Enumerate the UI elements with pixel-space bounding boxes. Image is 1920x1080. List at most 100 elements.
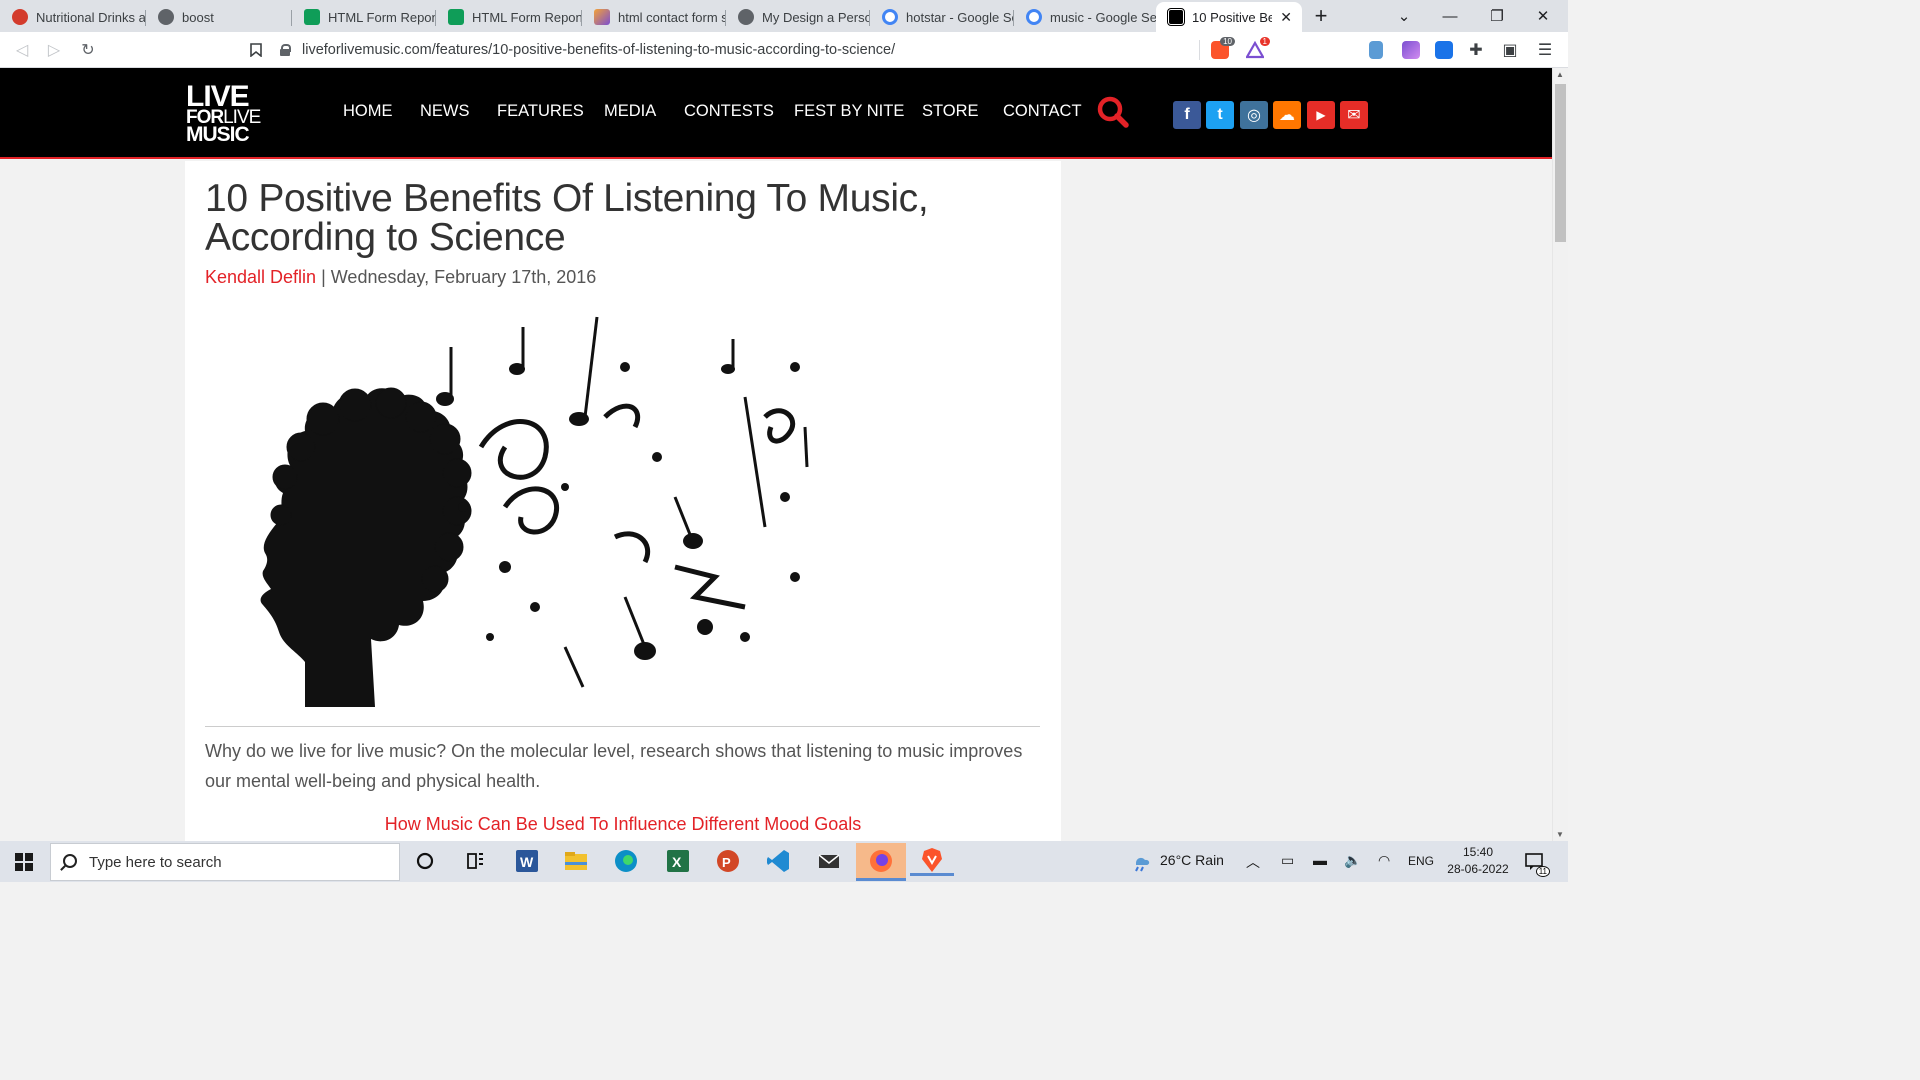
back-icon[interactable]: ◁ bbox=[12, 40, 32, 60]
maximize-button[interactable]: ❐ bbox=[1474, 0, 1520, 32]
new-tab-button[interactable]: + bbox=[1298, 0, 1344, 32]
excel-icon[interactable]: X bbox=[662, 846, 692, 876]
extension-icon[interactable] bbox=[1402, 41, 1420, 59]
tab-title: hotstar - Google Se bbox=[906, 9, 1014, 25]
instagram-icon[interactable]: ◎ bbox=[1240, 101, 1268, 129]
svg-text:X: X bbox=[672, 854, 682, 870]
tab[interactable]: music - Google Sea bbox=[1014, 2, 1156, 32]
nav-features[interactable]: FEATURES bbox=[497, 102, 584, 121]
tab[interactable]: hotstar - Google Se bbox=[870, 2, 1014, 32]
article-card: 10 Positive Benefits Of Listening To Mus… bbox=[185, 161, 1061, 841]
svg-text:P: P bbox=[722, 855, 731, 870]
page-scrollbar[interactable]: ▲ ▼ bbox=[1552, 68, 1568, 841]
edge-icon[interactable] bbox=[611, 846, 641, 876]
publish-date: Wednesday, February 17th, 2016 bbox=[330, 267, 597, 287]
svg-text:W: W bbox=[520, 854, 534, 870]
brave-browser-icon[interactable] bbox=[910, 846, 954, 876]
tab[interactable]: My Design a Person bbox=[726, 2, 870, 32]
download-icon[interactable] bbox=[1435, 41, 1453, 59]
nav-store[interactable]: STORE bbox=[922, 102, 979, 121]
tab-title: music - Google Sea bbox=[1050, 9, 1156, 25]
close-tab-icon[interactable]: ✕ bbox=[1280, 9, 1292, 26]
file-explorer-icon[interactable] bbox=[561, 846, 591, 876]
url-text: liveforlivemusic.com/features/10-positiv… bbox=[302, 42, 896, 58]
task-view-icon[interactable] bbox=[460, 846, 490, 876]
extensions-puzzle-icon[interactable]: ✚ bbox=[1466, 40, 1486, 60]
tab-strip: Nutritional Drinks a boost HTML Form Rep… bbox=[0, 0, 1568, 32]
extension-icon[interactable] bbox=[1369, 41, 1383, 59]
globe-icon bbox=[158, 9, 174, 25]
weather-icon[interactable] bbox=[1130, 851, 1152, 876]
brave-shields-icon[interactable]: 10 bbox=[1211, 37, 1235, 59]
tab-title: boost bbox=[182, 9, 214, 25]
tab[interactable]: html contact form s bbox=[582, 2, 726, 32]
tab-search-chevron-icon[interactable]: ⌄ bbox=[1381, 0, 1427, 32]
facebook-icon[interactable]: f bbox=[1173, 101, 1201, 129]
volume-icon[interactable]: 🔈 bbox=[1344, 852, 1361, 869]
taskbar: Type here to search W X P 26°C Rain ︿ ▭ … bbox=[0, 841, 1568, 882]
mail-icon[interactable] bbox=[814, 846, 844, 876]
battery-icon[interactable]: ▬ bbox=[1313, 852, 1327, 868]
tab-title: Nutritional Drinks a bbox=[36, 9, 146, 25]
address-toolbar: ◁ ▷ ↻ liveforlivemusic.com/features/10-p… bbox=[0, 32, 1568, 68]
tray-expand-chevron-icon[interactable]: ︿ bbox=[1246, 852, 1260, 872]
meet-now-icon[interactable]: ▭ bbox=[1281, 852, 1294, 869]
nav-media[interactable]: MEDIA bbox=[604, 102, 656, 121]
nav-news[interactable]: NEWS bbox=[420, 102, 470, 121]
tab[interactable]: Nutritional Drinks a bbox=[0, 2, 146, 32]
globe-icon bbox=[738, 9, 754, 25]
article-title: 10 Positive Benefits Of Listening To Mus… bbox=[205, 177, 929, 259]
weather-text[interactable]: 26°C Rain bbox=[1160, 852, 1224, 868]
vscode-icon[interactable] bbox=[763, 846, 793, 876]
menu-icon[interactable]: ☰ bbox=[1535, 40, 1555, 60]
tab-title: html contact form s bbox=[618, 9, 726, 25]
twitter-icon[interactable]: t bbox=[1206, 101, 1234, 129]
wallet-icon[interactable]: ▣ bbox=[1500, 40, 1520, 60]
site-logo[interactable]: LIVE FORLIVE MUSIC bbox=[186, 82, 261, 148]
brave-rewards-icon[interactable]: 1 bbox=[1245, 37, 1270, 59]
reload-icon[interactable]: ↻ bbox=[78, 40, 98, 60]
tab[interactable]: boost bbox=[146, 2, 292, 32]
bookmark-icon[interactable] bbox=[246, 40, 266, 60]
close-window-button[interactable]: ✕ bbox=[1520, 0, 1566, 32]
nav-home[interactable]: HOME bbox=[343, 102, 393, 121]
google-icon bbox=[1026, 9, 1042, 25]
wifi-icon[interactable]: ◠ bbox=[1378, 852, 1390, 869]
taskbar-search-input[interactable]: Type here to search bbox=[50, 843, 400, 881]
tab-active[interactable]: 10 Positive Bene ✕ bbox=[1156, 2, 1302, 32]
google-icon bbox=[882, 9, 898, 25]
tab-title: My Design a Person bbox=[762, 9, 870, 25]
nav-contact[interactable]: CONTACT bbox=[1003, 102, 1082, 121]
notifications-icon[interactable]: 11 bbox=[1524, 851, 1550, 877]
related-article-link[interactable]: How Music Can Be Used To Influence Diffe… bbox=[185, 814, 1061, 835]
site-header: LIVE FORLIVE MUSIC HOME NEWS FEATURES ME… bbox=[0, 68, 1552, 159]
scroll-up-icon[interactable]: ▲ bbox=[1556, 70, 1564, 79]
word-icon[interactable]: W bbox=[511, 846, 541, 876]
intro-paragraph: Why do we live for live music? On the mo… bbox=[205, 741, 1023, 791]
youtube-icon[interactable]: ▶ bbox=[1307, 101, 1335, 129]
hero-image bbox=[205, 307, 817, 707]
minimize-button[interactable]: — bbox=[1427, 0, 1473, 32]
windows-start-icon[interactable] bbox=[15, 853, 33, 871]
nav-contests[interactable]: CONTESTS bbox=[684, 102, 774, 121]
cortana-icon[interactable] bbox=[410, 846, 440, 876]
url-field[interactable]: liveforlivemusic.com/features/10-positiv… bbox=[280, 37, 1200, 63]
clock[interactable]: 15:40 28-06-2022 bbox=[1442, 844, 1514, 878]
author-link[interactable]: Kendall Deflin bbox=[205, 267, 316, 287]
email-icon[interactable]: ✉ bbox=[1340, 101, 1368, 129]
scrollbar-thumb[interactable] bbox=[1555, 84, 1566, 242]
powerpoint-icon[interactable]: P bbox=[712, 846, 742, 876]
page-viewport: LIVE FORLIVE MUSIC HOME NEWS FEATURES ME… bbox=[0, 68, 1552, 841]
soundcloud-icon[interactable]: ☁ bbox=[1273, 101, 1301, 129]
firefox-icon[interactable] bbox=[856, 843, 906, 881]
language-indicator[interactable]: ENG bbox=[1408, 854, 1434, 868]
tab[interactable]: HTML Form Repons bbox=[436, 2, 582, 32]
tab[interactable]: HTML Form Repons bbox=[292, 2, 436, 32]
scroll-down-icon[interactable]: ▼ bbox=[1556, 830, 1564, 839]
search-icon[interactable] bbox=[1096, 95, 1130, 129]
tab-favicon-icon bbox=[12, 9, 28, 25]
forward-icon[interactable]: ▷ bbox=[44, 40, 64, 60]
tab-title: HTML Form Repons bbox=[472, 9, 582, 25]
nav-fest-by-nite[interactable]: FEST BY NITE bbox=[794, 102, 904, 121]
byline: Kendall Deflin | Wednesday, February 17t… bbox=[205, 267, 597, 287]
